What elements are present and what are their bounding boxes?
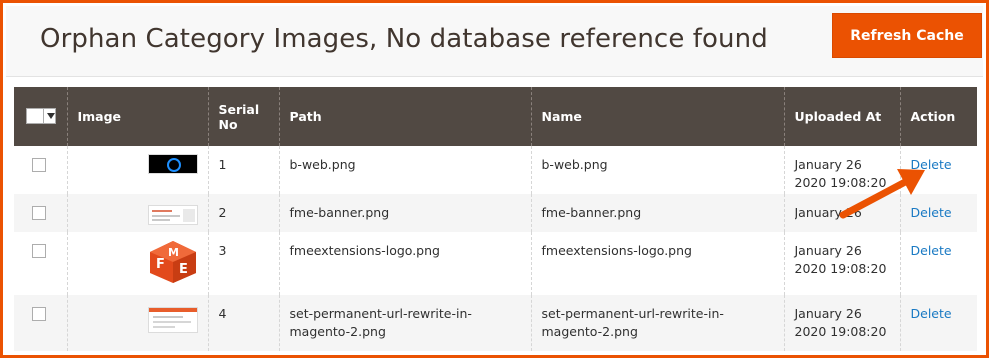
uploaded-cell: January 26 2020 19:08:20 [783,146,900,194]
uploaded-cell: January 26 2020 19:08:20 [783,295,900,351]
delete-link[interactable]: Delete [911,306,952,321]
column-header-path[interactable]: Path [278,87,531,146]
row-select-cell [14,194,67,232]
column-header-serial-no[interactable]: Serial No [207,87,279,146]
table-row: 4 set-permanent-url-rewrite-in-magento-2… [14,295,977,351]
circle-icon [166,158,181,172]
b-web-thumbnail [147,154,198,174]
name-cell: b-web.png [530,146,784,194]
url-rewrite-thumbnail [147,307,198,333]
image-cell [66,146,208,194]
uploaded-text: January 26 2020 19:08:20 [794,205,862,220]
row-select-cell [14,146,67,194]
page-title: Orphan Category Images, No database refe… [40,24,768,54]
svg-text:M: M [168,246,179,259]
chevron-down-icon[interactable] [47,112,55,119]
fmeextensions-logo-thumbnail: F M E [147,240,198,284]
name-cell: set-permanent-url-rewrite-in-magento-2.p… [530,295,784,351]
mass-select-header [14,87,67,146]
column-header-action: Action [899,87,977,146]
row-checkbox[interactable] [32,158,46,172]
name-cell: fme-banner.png [530,194,784,232]
fme-banner-thumbnail [147,205,198,225]
row-checkbox[interactable] [32,244,46,258]
action-cell: Delete [899,146,977,194]
name-cell: fmeextensions-logo.png [530,232,784,295]
action-cell: Delete [899,295,977,351]
page-header: Orphan Category Images, No database refe… [6,6,983,77]
mass-select-dropdown[interactable] [26,107,56,124]
grid-header-row: Image Serial No Path Name Uploaded At Ac… [14,87,977,146]
serial-cell: 4 [207,295,279,351]
column-header-uploaded-at[interactable]: Uploaded At [783,87,900,146]
action-cell: Delete [899,232,977,295]
delete-link[interactable]: Delete [911,243,952,258]
svg-text:F: F [156,257,165,272]
orphan-images-grid: Image Serial No Path Name Uploaded At Ac… [14,87,977,351]
image-cell [66,295,208,351]
table-row: 1 b-web.png b-web.png January 26 2020 19… [14,146,977,194]
image-cell [66,194,208,232]
table-row: 2 fme-banner.png fme-banner.png January … [14,194,977,232]
path-cell: fmeextensions-logo.png [278,232,531,295]
path-cell: b-web.png [278,146,531,194]
image-cell: F M E [66,232,208,295]
path-cell: set-permanent-url-rewrite-in-magento-2.p… [278,295,531,351]
path-cell: fme-banner.png [278,194,531,232]
delete-link[interactable]: Delete [911,157,952,172]
fme-logo-icon: F M E [149,241,196,283]
column-header-name[interactable]: Name [530,87,784,146]
delete-link[interactable]: Delete [911,205,952,220]
row-select-cell [14,232,67,295]
serial-cell: 2 [207,194,279,232]
table-row: F M E 3 fmeextensions-logo.png fmeextens… [14,232,977,295]
refresh-cache-button[interactable]: Refresh Cache [832,13,982,58]
row-select-cell [14,295,67,351]
row-checkbox[interactable] [32,206,46,220]
serial-cell: 1 [207,146,279,194]
action-cell: Delete [899,194,977,232]
svg-text:E: E [179,262,188,277]
serial-cell: 3 [207,232,279,295]
uploaded-cell: January 26 2020 19:08:20 [783,232,900,295]
mass-select-checkbox[interactable] [27,108,44,123]
column-header-image[interactable]: Image [66,87,208,146]
screenshot-frame: Orphan Category Images, No database refe… [0,0,989,358]
row-checkbox[interactable] [32,307,46,321]
uploaded-cell: January 26 2020 19:08:20 [783,194,900,232]
